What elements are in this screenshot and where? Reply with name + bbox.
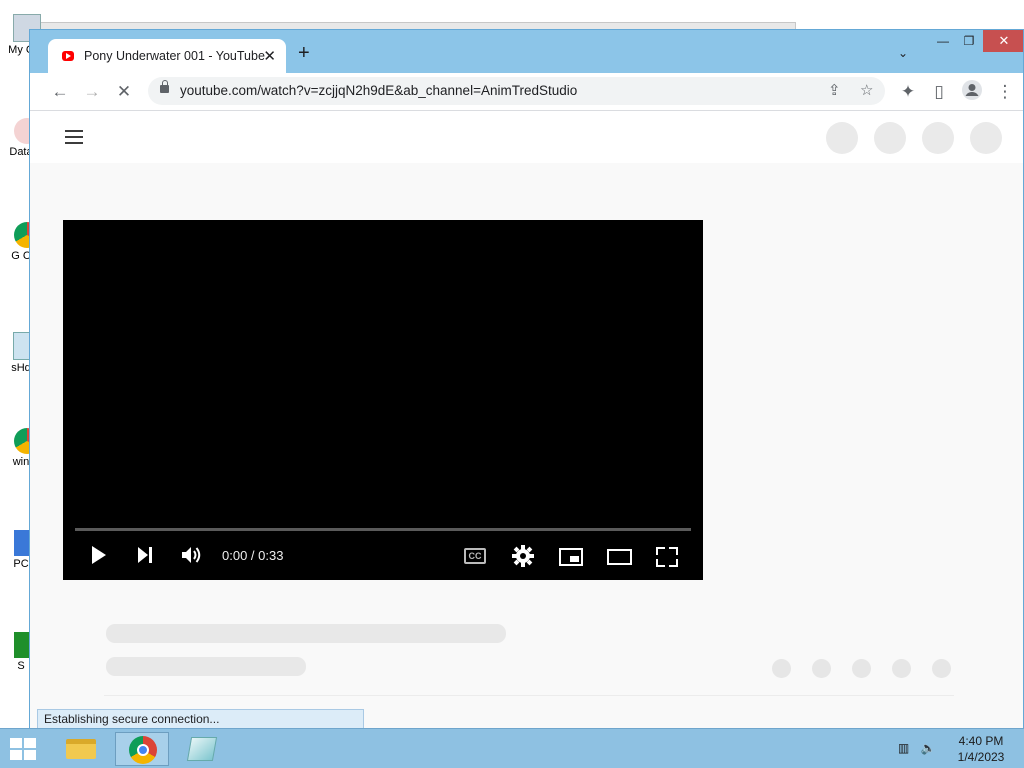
video-time: 0:00 / 0:33 [222,548,284,563]
chrome-menu-icon[interactable]: ⋮ [993,80,1017,104]
notepad-taskbar-button[interactable] [175,732,229,766]
action-placeholder [932,659,951,678]
youtube-page: 0:00 / 0:33 CC [30,111,1023,728]
browser-toolbar: ← → ✕ youtube.com/watch?v=zcjjqN2h9dE&ab… [30,73,1023,111]
hamburger-menu-icon[interactable] [65,130,83,148]
theater-mode-icon[interactable] [607,549,632,565]
back-button[interactable]: ← [48,80,72,104]
clock-date: 1/4/2023 [957,750,1005,764]
notepad-icon [186,737,218,761]
tab-search-chevron-icon[interactable]: ⌄ [898,46,908,60]
close-window-button[interactable]: ✕ [983,30,1023,52]
youtube-header [30,111,1023,163]
url-text[interactable]: youtube.com/watch?v=zcjjqN2h9dE&ab_chann… [180,83,577,98]
share-icon[interactable]: ⇪ [828,81,841,99]
action-placeholder [852,659,871,678]
title-placeholder [106,624,506,643]
system-tray: ▥ 🔈 [898,741,936,755]
title-bar: Pony Underwater 001 - YouTube ✕ + ⌄ — ❐ … [30,30,1023,73]
action-placeholder [892,659,911,678]
youtube-favicon-icon [62,51,74,61]
miniplayer-icon[interactable] [559,548,583,566]
header-placeholder-circle [922,122,954,154]
maximize-button[interactable]: ❐ [954,30,984,52]
chrome-icon [129,736,157,764]
lock-icon[interactable] [160,80,169,93]
settings-gear-icon[interactable] [512,545,534,570]
action-placeholder [812,659,831,678]
side-panel-icon[interactable]: ▯ [927,80,951,104]
profile-avatar[interactable] [960,79,984,103]
chrome-taskbar-button[interactable] [115,732,169,766]
folder-icon [66,739,96,759]
taskbar: ▥ 🔈 4:40 PM 1/4/2023 [0,728,1024,768]
fullscreen-icon[interactable] [656,547,678,567]
subtitles-button[interactable]: CC [464,548,486,564]
tab-youtube[interactable]: Pony Underwater 001 - YouTube ✕ [48,39,286,73]
start-button[interactable] [10,738,38,760]
header-placeholder-circle [874,122,906,154]
channel-placeholder [106,657,306,676]
file-explorer-taskbar-button[interactable] [54,732,108,766]
clock[interactable]: 4:40 PM 1/4/2023 [950,733,1012,765]
stop-loading-button[interactable]: ✕ [112,80,136,104]
network-icon[interactable]: ▥ [898,741,909,755]
status-bubble: Establishing secure connection... [37,709,364,729]
address-bar[interactable]: youtube.com/watch?v=zcjjqN2h9dE&ab_chann… [148,77,885,105]
extensions-icon[interactable]: ✦ [896,80,920,104]
tab-title: Pony Underwater 001 - YouTube [84,49,265,63]
video-player[interactable]: 0:00 / 0:33 CC [63,220,703,580]
header-placeholder-circle [826,122,858,154]
volume-tray-icon[interactable]: 🔈 [921,741,936,755]
tab-close-icon[interactable]: ✕ [263,47,276,65]
new-tab-button[interactable]: + [298,43,310,63]
header-placeholder-circle [970,122,1002,154]
play-button[interactable] [90,545,108,568]
clock-time: 4:40 PM [958,734,1004,748]
bookmark-star-icon[interactable]: ☆ [860,81,873,99]
progress-bar[interactable] [75,528,691,531]
divider [104,695,954,696]
volume-icon[interactable] [181,545,203,568]
browser-window: Pony Underwater 001 - YouTube ✕ + ⌄ — ❐ … [29,29,1024,729]
action-placeholder [772,659,791,678]
forward-button[interactable]: → [80,80,104,104]
next-button[interactable] [136,545,154,568]
